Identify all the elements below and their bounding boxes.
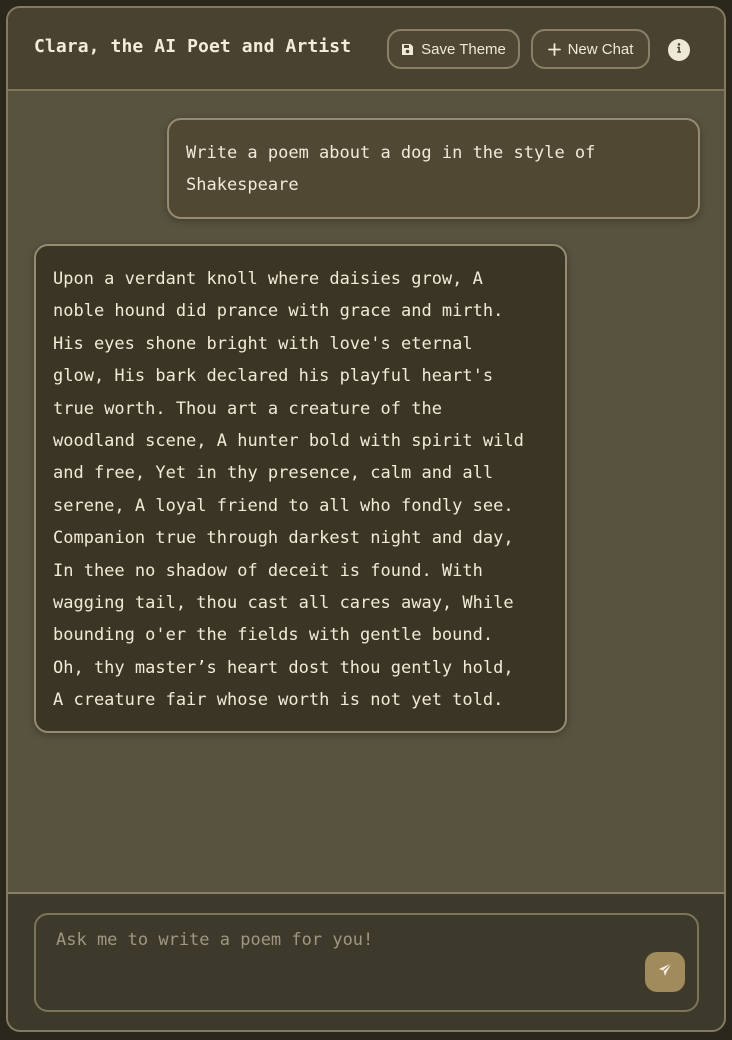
app-title: Clara, the AI Poet and Artist [34, 36, 352, 57]
new-chat-label: New Chat [567, 40, 634, 58]
save-theme-button[interactable]: Save Theme [387, 29, 520, 69]
info-button[interactable] [668, 39, 690, 61]
assistant-message-bubble: Upon a verdant knoll where daisies grow,… [34, 244, 567, 733]
message-input[interactable] [54, 925, 634, 955]
composer-bar [8, 892, 724, 1030]
user-message-bubble: Write a poem about a dog in the style of… [167, 118, 700, 219]
plus-icon [547, 42, 561, 56]
header-bar: Clara, the AI Poet and Artist Save Theme… [8, 8, 724, 91]
floppy-disk-icon [401, 43, 414, 56]
save-theme-label: Save Theme [421, 40, 506, 58]
send-button[interactable] [645, 952, 685, 992]
new-chat-button[interactable]: New Chat [531, 29, 650, 69]
paper-plane-icon [658, 962, 673, 982]
chat-messages-area: Write a poem about a dog in the style of… [8, 93, 724, 893]
chat-app-window: Clara, the AI Poet and Artist Save Theme… [6, 6, 726, 1032]
info-icon [673, 41, 685, 59]
message-input-box [34, 913, 699, 1012]
